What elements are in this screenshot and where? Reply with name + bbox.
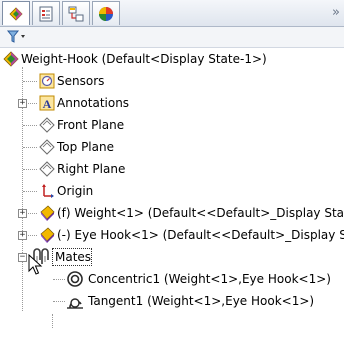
tree-connector [23,147,37,148]
tree-item-label: Concentric1 (Weight<1>,Eye Hook<1>) [88,272,331,286]
tree-item-right-plane[interactable]: Right Plane [0,158,344,180]
tree-item-eye-hook[interactable]: + (-) Eye Hook<1> (Default<<Default>_Dis… [0,224,344,246]
filter-icon [6,30,25,43]
tree-item-sensors[interactable]: Sensors [0,70,344,92]
feature-tree: Weight-Hook (Default<Display State-1>) S… [0,48,344,343]
concentric-mate-icon [67,271,83,287]
expand-toggle[interactable]: + [18,209,27,218]
tangent-mate-icon [67,298,83,309]
tree-item-concentric1[interactable]: Concentric1 (Weight<1>,Eye Hook<1>) [0,268,344,290]
manager-tab-bar: » [0,0,344,27]
tree-item-label: Mates [55,250,92,264]
tree-item-front-plane[interactable]: Front Plane [0,114,344,136]
sensor-icon [39,73,55,89]
expand-toggle[interactable]: + [18,99,27,108]
tree-item-label: Tangent1 (Weight<1>,Eye Hook<1>) [88,294,315,308]
tree-item-tangent1[interactable]: Tangent1 (Weight<1>,Eye Hook<1>) [0,290,344,312]
tree-connector [28,103,37,104]
tab-appearance[interactable] [92,1,120,25]
tree-guide-line-mates [52,314,53,328]
tree-item-label: Sensors [57,74,105,88]
tree-item-mates[interactable]: − Mates [0,246,344,268]
tree-item-label: Right Plane [57,162,126,176]
plane-icon [39,161,55,177]
tree-item-root[interactable]: Weight-Hook (Default<Display State-1>) [0,48,344,70]
collapse-toggle[interactable]: − [18,253,27,262]
tree-connector [23,81,37,82]
tree-connector [23,125,37,126]
tree-item-label: Front Plane [57,118,125,132]
appearance-icon [99,6,113,21]
tree-item-top-plane[interactable]: Top Plane [0,136,344,158]
plane-icon [39,117,55,133]
mouse-cursor-icon [28,254,43,275]
filter-bar [0,27,344,48]
tree-item-label: Top Plane [57,140,114,154]
tree-item-label: Weight-Hook (Default<Display State-1>) [21,52,267,66]
feature-manager-panel: » Weight-Hook (Default<Display State-1>) [0,0,344,343]
assembly-icon [3,51,19,67]
expand-toggle[interactable]: + [18,231,27,240]
tab-featuremanager[interactable] [2,1,30,25]
configurationmanager-icon [68,6,84,21]
plane-icon [39,139,55,155]
propertymanager-icon [39,6,53,21]
tab-configurationmanager[interactable] [62,1,90,25]
tree-connector [53,301,65,302]
annotation-icon: A [39,95,55,111]
expand-tabs-button[interactable]: » [332,5,340,20]
tree-item-label: Annotations [57,96,130,110]
origin-icon [42,184,54,198]
tree-item-weight[interactable]: + (f) Weight<1> (Default<<Default>_Displ… [0,202,344,224]
part-icon [40,227,55,243]
filter-button[interactable] [6,28,32,45]
tree-connector [53,279,65,280]
tree-item-label: (f) Weight<1> (Default<<Default>_Display… [57,206,344,220]
svg-text:A: A [43,97,52,111]
tab-propertymanager[interactable] [32,1,60,25]
tree-connector [23,191,37,192]
tree-connector [23,169,37,170]
tree-item-label: Origin [57,184,94,198]
tree-item-origin[interactable]: Origin [0,180,344,202]
tree-item-label: (-) Eye Hook<1> (Default<<Default>_Displ… [57,228,344,242]
tree-connector [28,213,37,214]
featuremanager-icon [9,6,23,21]
part-icon [40,205,55,221]
tree-connector [28,235,37,236]
tree-item-annotations[interactable]: + A Annotations [0,92,344,114]
